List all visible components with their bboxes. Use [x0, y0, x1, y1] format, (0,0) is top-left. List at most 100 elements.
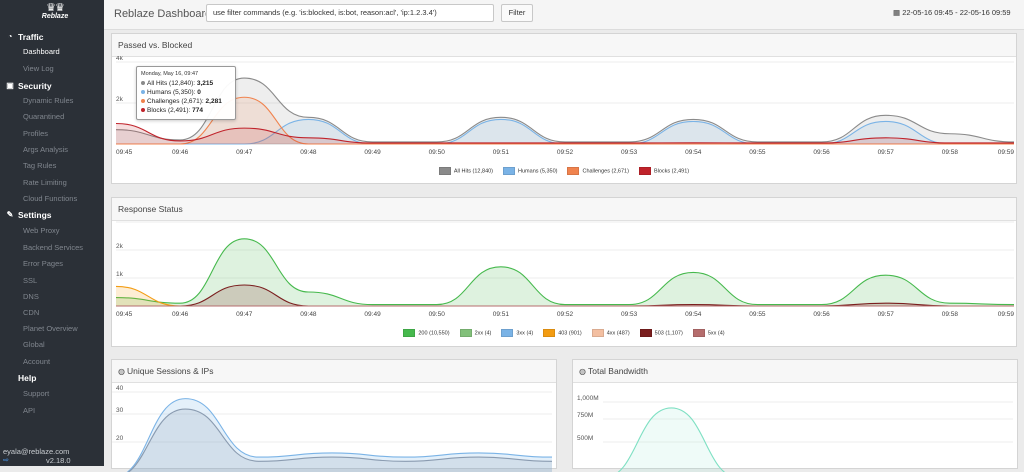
- tooltip-label: Challenges (2,671):: [147, 98, 204, 105]
- legend-label: 2xx (4): [474, 330, 492, 337]
- panel-title: ◍ Total Bandwidth: [579, 366, 648, 376]
- unique-sessions-panel: ◍ Unique Sessions & IPs 40 30 20: [111, 359, 557, 472]
- y-tick-label: 30: [116, 407, 124, 414]
- legend-label: 503 (1,107): [654, 330, 683, 337]
- sidebar-item-backend-services[interactable]: Backend Services: [23, 241, 103, 255]
- dashboard-icon: ◔: [7, 32, 13, 41]
- legend-label: 3xx (4): [516, 330, 534, 337]
- sidebar-item-web-proxy[interactable]: Web Proxy: [23, 224, 103, 238]
- legend-swatch: [567, 167, 580, 175]
- lock-icon: ▣: [6, 81, 14, 90]
- chart-legend: All Hits (12,840) Humans (5,350) Challenge…: [112, 167, 1016, 175]
- filter-button[interactable]: Filter: [501, 4, 533, 22]
- unique-sessions-chart[interactable]: 40 30 20: [112, 382, 556, 472]
- legend-item[interactable]: Blocks (2,491): [638, 167, 690, 175]
- tooltip-label: Blocks (2,491):: [147, 107, 191, 114]
- sidebar-section-security[interactable]: ▣ Security: [0, 79, 104, 93]
- panel-title: ◍ Unique Sessions & IPs: [118, 366, 213, 376]
- x-tick-label: 09:53: [621, 311, 638, 318]
- series-fill: [128, 409, 552, 472]
- app-version: v2.18.0: [46, 456, 71, 465]
- sidebar-section-settings[interactable]: ✎ Settings: [0, 208, 104, 222]
- y-tick-label: 4k: [116, 56, 124, 62]
- total-bandwidth-chart[interactable]: 1,000M 750M 500M: [573, 382, 1017, 472]
- sidebar-item-tag-rules[interactable]: Tag Rules: [23, 159, 103, 173]
- legend-item[interactable]: 3xx (4): [501, 329, 533, 337]
- series-fill: [618, 407, 725, 472]
- legend-item[interactable]: 403 (901): [543, 329, 582, 337]
- legend-swatch: [692, 329, 705, 337]
- x-tick-label: 09:59: [998, 311, 1015, 318]
- legend-item[interactable]: 200 (10,550): [403, 329, 450, 337]
- sidebar-item-global[interactable]: Global: [23, 338, 103, 352]
- passed-vs-blocked-panel: Passed vs. Blocked 4k 2k 09:45 09:46 09:47 09…: [111, 33, 1017, 184]
- x-tick-label: 09:48: [300, 149, 317, 156]
- brand-name: Reblaze: [41, 13, 69, 20]
- sidebar-item-quarantined[interactable]: Quarantined: [23, 110, 103, 124]
- sidebar-item-dashboard[interactable]: Dashboard: [23, 45, 103, 59]
- legend-item[interactable]: 4xx (487): [591, 329, 630, 337]
- x-tick-label: 09:56: [813, 149, 830, 156]
- sidebar-item-dns[interactable]: DNS: [23, 290, 103, 304]
- panel-title-text: Total Bandwidth: [587, 366, 648, 376]
- tooltip-value: 3,215: [196, 80, 214, 87]
- x-tick-label: 09:46: [172, 311, 189, 318]
- x-tick-label: 09:49: [364, 149, 381, 156]
- filter-input[interactable]: [206, 4, 494, 22]
- sidebar-item-view-log[interactable]: View Log: [23, 62, 103, 76]
- panel-title: Passed vs. Blocked: [118, 40, 193, 50]
- x-tick-label: 09:48: [300, 311, 317, 318]
- sidebar-section-help[interactable]: Help: [0, 371, 104, 385]
- x-tick-label: 09:47: [236, 149, 253, 156]
- legend-item[interactable]: 2xx (4): [459, 329, 492, 337]
- sidebar-item-dynamic-rules[interactable]: Dynamic Rules: [23, 94, 103, 108]
- x-tick-label: 09:55: [749, 311, 766, 318]
- sidebar-item-account[interactable]: Account: [23, 355, 103, 369]
- legend-label: Blocks (2,491): [653, 168, 690, 175]
- tooltip-label: All Hits (12,840):: [147, 80, 196, 87]
- legend-item[interactable]: 503 (1,107): [639, 329, 683, 337]
- legend-swatch: [638, 167, 651, 175]
- tooltip-row: Blocks (2,491): 774: [141, 107, 203, 114]
- sidebar-item-cdn[interactable]: CDN: [23, 306, 103, 320]
- reblaze-logo[interactable]: ♛♛ Reblaze: [35, 3, 75, 27]
- sign-out-icon[interactable]: ⇨: [3, 456, 9, 464]
- sidebar-item-cloud-functions[interactable]: Cloud Functions: [23, 192, 103, 206]
- sidebar-item-planet-overview[interactable]: Planet Overview: [23, 322, 103, 336]
- tooltip-title: Monday, May 16, 09:47: [141, 71, 199, 77]
- series-dot-icon: [141, 90, 145, 95]
- legend-item[interactable]: All Hits (12,840): [438, 167, 493, 175]
- legend-swatch: [591, 329, 604, 337]
- globe-icon: ◍: [579, 367, 586, 376]
- legend-swatch: [438, 167, 451, 175]
- y-tick-label: 1k: [116, 271, 124, 278]
- legend-item[interactable]: Humans (5,350): [503, 167, 557, 175]
- x-tick-label: 09:51: [493, 311, 510, 318]
- sidebar-item-support[interactable]: Support: [23, 387, 103, 401]
- legend-swatch: [459, 329, 472, 337]
- sidebar-item-error-pages[interactable]: Error Pages: [23, 257, 103, 271]
- sidebar-item-ssl[interactable]: SSL: [23, 274, 103, 288]
- tooltip-row: Challenges (2,671): 2,281: [141, 98, 222, 105]
- x-tick-label: 09:57: [878, 311, 895, 318]
- x-tick-label: 09:58: [942, 311, 959, 318]
- legend-item[interactable]: 5xx (4): [692, 329, 725, 337]
- crown-icon: ♛♛: [46, 2, 65, 14]
- legend-item[interactable]: Challenges (2,671): [567, 167, 629, 175]
- date-range-picker[interactable]: ▦ 22-05-16 09:45 - 22-05-16 09:59: [893, 8, 1011, 17]
- sidebar-item-api[interactable]: API: [23, 404, 103, 418]
- sidebar-item-args-analysis[interactable]: Args Analysis: [23, 143, 103, 157]
- top-bar: Reblaze Dashboard Filter ▦ 22-05-16 09:4…: [104, 0, 1024, 30]
- y-tick-label: 2k: [116, 96, 124, 103]
- panel-title: Response Status: [118, 204, 183, 214]
- x-tick-label: 09:50: [429, 311, 446, 318]
- sidebar-item-profiles[interactable]: Profiles: [23, 127, 103, 141]
- panel-header: Passed vs. Blocked: [112, 34, 1016, 57]
- user-email: eyala@reblaze.com: [3, 447, 70, 456]
- chart-legend: 200 (10,550) 2xx (4) 3xx (4) 403 (901) 4xx (…: [112, 329, 1016, 337]
- sidebar-section-traffic[interactable]: ◔ Traffic: [0, 30, 104, 44]
- legend-swatch: [403, 329, 416, 337]
- sidebar-item-rate-limiting[interactable]: Rate Limiting: [23, 176, 103, 190]
- x-tick-label: 09:51: [493, 149, 510, 156]
- legend-label: Humans (5,350): [518, 168, 558, 175]
